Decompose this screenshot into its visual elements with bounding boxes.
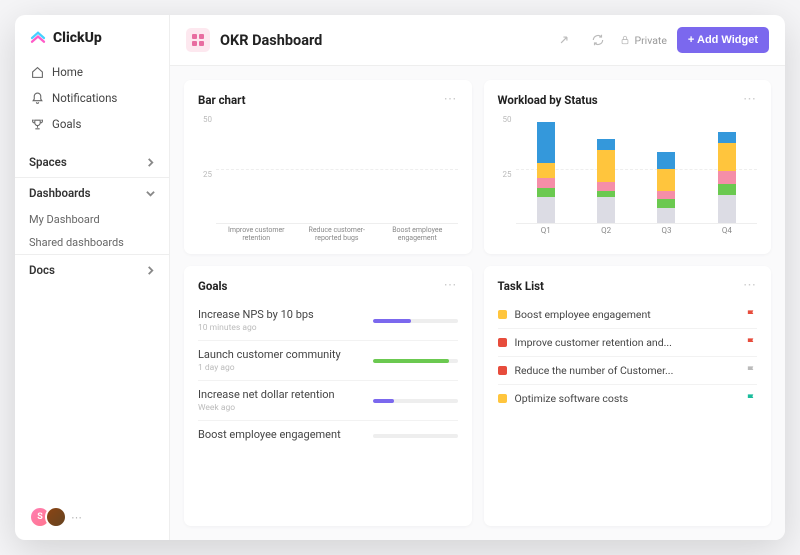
goal-progress <box>373 399 458 403</box>
goal-time: 10 minutes ago <box>198 323 314 333</box>
goal-item[interactable]: Boost employee engagement <box>198 421 458 450</box>
card-title: Bar chart <box>198 93 246 107</box>
nav-notifications-label: Notifications <box>52 91 117 105</box>
privacy-label: Private <box>634 34 666 47</box>
nav-home[interactable]: Home <box>23 59 161 85</box>
chevron-right-icon <box>146 266 155 275</box>
goal-progress <box>373 434 458 438</box>
trophy-icon <box>31 118 44 131</box>
section-dashboards-label: Dashboards <box>29 186 91 200</box>
flag-icon <box>746 309 757 320</box>
section-spaces-label: Spaces <box>29 155 67 169</box>
task-list: Boost employee engagement Improve custome… <box>498 301 758 514</box>
task-title: Improve customer retention and... <box>515 336 739 349</box>
chevron-right-icon <box>146 158 155 167</box>
logo[interactable]: ClickUp <box>15 15 169 59</box>
dashboard-content: Bar chart ⋯ 5025Improve customer retenti… <box>170 66 785 540</box>
nav-goals[interactable]: Goals <box>23 111 161 137</box>
privacy-indicator[interactable]: Private <box>620 34 666 47</box>
goal-item[interactable]: Increase NPS by 10 bps 10 minutes ago <box>198 301 458 341</box>
sidebar-item-my-dashboard[interactable]: My Dashboard <box>15 208 169 231</box>
user-avatars: S ⋯ <box>15 494 169 540</box>
expand-icon <box>557 33 571 47</box>
goal-progress <box>373 359 458 363</box>
section-docs[interactable]: Docs <box>15 254 169 285</box>
home-icon <box>31 66 44 79</box>
main: OKR Dashboard Private + Add Widget Bar c… <box>170 15 785 540</box>
page-header: OKR Dashboard Private + Add Widget <box>170 15 785 66</box>
chevron-down-icon <box>146 189 155 198</box>
task-title: Optimize software costs <box>515 392 739 405</box>
goal-item[interactable]: Increase net dollar retention Week ago <box>198 381 458 421</box>
logo-text: ClickUp <box>53 30 102 46</box>
task-status-icon <box>498 366 507 375</box>
task-status-icon <box>498 338 507 347</box>
workload-chart: 5025Q1Q2Q3Q4 <box>498 115 758 242</box>
dashboard-icon <box>186 28 210 52</box>
nav-primary: Home Notifications Goals <box>15 59 169 137</box>
task-title: Boost employee engagement <box>515 308 739 321</box>
avatar-more[interactable]: ⋯ <box>71 511 82 524</box>
goal-title: Launch customer community <box>198 348 341 361</box>
nav-notifications[interactable]: Notifications <box>23 85 161 111</box>
add-widget-button[interactable]: + Add Widget <box>677 27 769 53</box>
card-tasks: Task List ⋯ Boost employee engagement Imp… <box>484 266 772 526</box>
refresh-button[interactable] <box>586 28 610 52</box>
card-title: Workload by Status <box>498 93 598 107</box>
card-more-button[interactable]: ⋯ <box>444 278 458 293</box>
section-dashboards[interactable]: Dashboards <box>15 177 169 208</box>
goal-time: Week ago <box>198 403 335 413</box>
goal-title: Boost employee engagement <box>198 428 341 441</box>
card-workload: Workload by Status ⋯ 5025Q1Q2Q3Q4 <box>484 80 772 254</box>
flag-icon <box>746 365 757 376</box>
card-more-button[interactable]: ⋯ <box>444 92 458 107</box>
section-docs-label: Docs <box>29 263 55 277</box>
goals-list: Increase NPS by 10 bps 10 minutes ago Laun… <box>198 301 458 514</box>
card-title: Task List <box>498 279 544 293</box>
sidebar-item-shared-dashboards[interactable]: Shared dashboards <box>15 231 169 254</box>
section-spaces[interactable]: Spaces <box>15 147 169 177</box>
goal-progress <box>373 319 458 323</box>
task-status-icon <box>498 310 507 319</box>
bar-chart: 5025Improve customer retentionReduce cus… <box>198 115 458 242</box>
goal-title: Increase NPS by 10 bps <box>198 308 314 321</box>
page-title: OKR Dashboard <box>220 32 322 49</box>
refresh-icon <box>591 33 605 47</box>
card-goals: Goals ⋯ Increase NPS by 10 bps 10 minutes… <box>184 266 472 526</box>
expand-button[interactable] <box>552 28 576 52</box>
app-window: ClickUp Home Notifications Goals Spaces … <box>15 15 785 540</box>
flag-icon <box>746 393 757 404</box>
task-item[interactable]: Reduce the number of Customer... <box>498 357 758 385</box>
task-item[interactable]: Optimize software costs <box>498 385 758 412</box>
bell-icon <box>31 92 44 105</box>
clickup-logo-icon <box>29 29 47 47</box>
task-status-icon <box>498 394 507 403</box>
sidebar: ClickUp Home Notifications Goals Spaces … <box>15 15 170 540</box>
card-bar-chart: Bar chart ⋯ 5025Improve customer retenti… <box>184 80 472 254</box>
flag-icon <box>746 337 757 348</box>
goal-item[interactable]: Launch customer community 1 day ago <box>198 341 458 381</box>
nav-home-label: Home <box>52 65 83 79</box>
task-item[interactable]: Boost employee engagement <box>498 301 758 329</box>
nav-goals-label: Goals <box>52 117 81 131</box>
task-title: Reduce the number of Customer... <box>515 364 739 377</box>
goal-title: Increase net dollar retention <box>198 388 335 401</box>
goal-time: 1 day ago <box>198 363 341 373</box>
lock-icon <box>620 35 630 45</box>
avatar[interactable] <box>45 506 67 528</box>
card-title: Goals <box>198 279 227 293</box>
card-more-button[interactable]: ⋯ <box>743 92 757 107</box>
task-item[interactable]: Improve customer retention and... <box>498 329 758 357</box>
card-more-button[interactable]: ⋯ <box>743 278 757 293</box>
